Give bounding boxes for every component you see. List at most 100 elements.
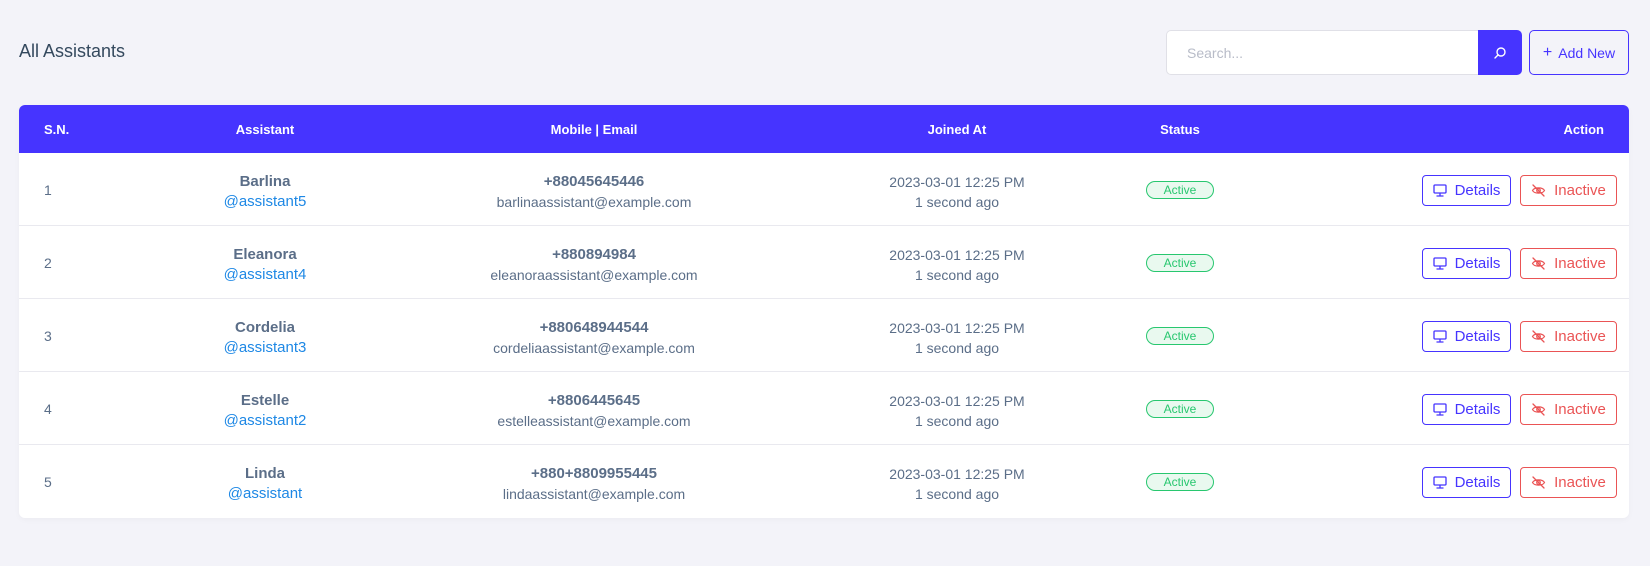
details-label: Details — [1454, 474, 1501, 491]
inactive-button[interactable]: Inactive — [1520, 248, 1617, 279]
assistant-cell: Barlina @assistant5 — [150, 172, 380, 212]
eye-slash-icon — [1531, 257, 1546, 270]
joined-relative: 1 second ago — [914, 267, 1000, 283]
table-header: S.N. Assistant Mobile | Email Joined At … — [19, 105, 1629, 153]
joined-relative: 1 second ago — [914, 340, 1000, 356]
details-button[interactable]: Details — [1422, 467, 1511, 498]
contact-cell: +880648944544 cordeliaassistant@example.… — [429, 318, 759, 358]
details-button[interactable]: Details — [1422, 248, 1511, 279]
joined-date: 2023-03-01 12:25 PM — [889, 466, 1025, 482]
details-label: Details — [1454, 401, 1501, 418]
joined-date: 2023-03-01 12:25 PM — [889, 247, 1025, 263]
eye-slash-icon — [1531, 184, 1546, 197]
joined-cell: 2023-03-01 12:25 PM 1 second ago — [842, 172, 1072, 212]
table-row: 5 Linda @assistant +880+8809955445 linda… — [19, 445, 1629, 518]
inactive-button[interactable]: Inactive — [1520, 321, 1617, 352]
assistant-cell: Eleanora @assistant4 — [150, 245, 380, 285]
status-badge: Active — [1146, 473, 1214, 491]
email-address: eleanoraassistant@example.com — [490, 267, 698, 283]
eye-slash-icon — [1531, 330, 1546, 343]
assistant-name: Estelle — [240, 392, 290, 409]
inactive-label: Inactive — [1554, 328, 1606, 345]
mobile-number: +8806445645 — [547, 392, 641, 409]
email-address: barlinaassistant@example.com — [496, 194, 692, 210]
status-badge: Active — [1146, 400, 1214, 418]
joined-relative: 1 second ago — [914, 413, 1000, 429]
joined-cell: 2023-03-01 12:25 PM 1 second ago — [842, 391, 1072, 431]
joined-cell: 2023-03-01 12:25 PM 1 second ago — [842, 464, 1072, 504]
email-address: cordeliaassistant@example.com — [493, 340, 695, 356]
inactive-label: Inactive — [1554, 474, 1606, 491]
add-new-button[interactable]: + Add New — [1529, 30, 1629, 75]
header-action: Action — [1563, 122, 1604, 137]
joined-date: 2023-03-01 12:25 PM — [889, 320, 1025, 336]
assistant-username-link[interactable]: @assistant4 — [150, 265, 380, 285]
joined-relative: 1 second ago — [914, 486, 1000, 502]
status-badge: Active — [1146, 327, 1214, 345]
header-status: Status — [1160, 122, 1200, 137]
details-label: Details — [1454, 255, 1501, 272]
assistants-table: S.N. Assistant Mobile | Email Joined At … — [19, 105, 1629, 518]
contact-cell: +88045645446 barlinaassistant@example.co… — [429, 172, 759, 212]
search-input[interactable] — [1166, 30, 1478, 75]
table-row: 4 Estelle @assistant2 +8806445645 estell… — [19, 372, 1629, 445]
inactive-label: Inactive — [1554, 401, 1606, 418]
joined-date: 2023-03-01 12:25 PM — [889, 393, 1025, 409]
table-row: 3 Cordelia @assistant3 +880648944544 cor… — [19, 299, 1629, 372]
add-new-label: Add New — [1558, 44, 1616, 61]
mobile-number: +880894984 — [552, 246, 636, 263]
table-row: 2 Eleanora @assistant4 +880894984 eleano… — [19, 226, 1629, 299]
assistant-cell: Linda @assistant — [150, 464, 380, 504]
inactive-label: Inactive — [1554, 255, 1606, 272]
assistant-name: Linda — [245, 465, 285, 482]
mobile-number: +880+8809955445 — [531, 465, 657, 482]
desktop-icon — [1432, 330, 1447, 343]
desktop-icon — [1432, 184, 1447, 197]
contact-cell: +880+8809955445 lindaassistant@example.c… — [429, 464, 759, 504]
search-icon — [1494, 46, 1506, 59]
inactive-button[interactable]: Inactive — [1520, 394, 1617, 425]
header-assistant: Assistant — [235, 122, 295, 137]
row-sn: 5 — [44, 474, 52, 490]
joined-date: 2023-03-01 12:25 PM — [889, 174, 1025, 190]
details-button[interactable]: Details — [1422, 394, 1511, 425]
contact-cell: +880894984 eleanoraassistant@example.com — [429, 245, 759, 285]
page-title: All Assistants — [19, 41, 126, 61]
inactive-button[interactable]: Inactive — [1520, 467, 1617, 498]
inactive-button[interactable]: Inactive — [1520, 175, 1617, 206]
joined-cell: 2023-03-01 12:25 PM 1 second ago — [842, 318, 1072, 358]
status-badge: Active — [1146, 181, 1214, 199]
header-sn: S.N. — [44, 122, 70, 137]
mobile-number: +880648944544 — [539, 319, 649, 336]
search-bar — [1166, 30, 1522, 75]
mobile-number: +88045645446 — [543, 173, 645, 190]
inactive-label: Inactive — [1554, 182, 1606, 199]
desktop-icon — [1432, 476, 1447, 489]
details-label: Details — [1454, 328, 1501, 345]
row-sn: 2 — [44, 255, 52, 271]
assistant-username-link[interactable]: @assistant2 — [150, 411, 380, 431]
assistant-cell: Cordelia @assistant3 — [150, 318, 380, 358]
details-button[interactable]: Details — [1422, 321, 1511, 352]
header-contact: Mobile | Email — [550, 122, 638, 137]
assistant-cell: Estelle @assistant2 — [150, 391, 380, 431]
row-sn: 1 — [44, 182, 52, 198]
email-address: lindaassistant@example.com — [502, 486, 686, 502]
row-sn: 4 — [44, 401, 52, 417]
assistant-name: Cordelia — [234, 319, 295, 336]
plus-icon: + — [1542, 43, 1553, 61]
eye-slash-icon — [1531, 403, 1546, 416]
details-button[interactable]: Details — [1422, 175, 1511, 206]
header-joined: Joined At — [927, 122, 987, 137]
search-button[interactable] — [1478, 30, 1522, 75]
assistant-username-link[interactable]: @assistant3 — [150, 338, 380, 358]
assistant-username-link[interactable]: @assistant5 — [150, 192, 380, 212]
table-body: 1 Barlina @assistant5 +88045645446 barli… — [19, 153, 1629, 518]
eye-slash-icon — [1531, 476, 1546, 489]
details-label: Details — [1454, 182, 1501, 199]
contact-cell: +8806445645 estelleassistant@example.com — [429, 391, 759, 431]
desktop-icon — [1432, 403, 1447, 416]
status-badge: Active — [1146, 254, 1214, 272]
joined-relative: 1 second ago — [914, 194, 1000, 210]
assistant-username-link[interactable]: @assistant — [150, 484, 380, 504]
